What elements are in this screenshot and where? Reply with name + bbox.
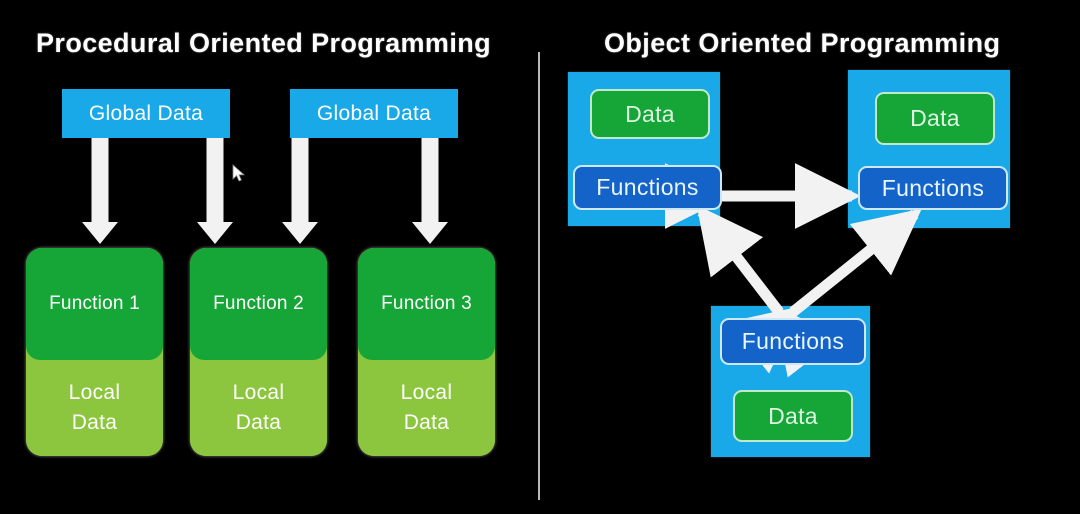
function-card-1: Function 1 Local Data xyxy=(26,248,163,456)
arrow-bottom-to-right xyxy=(727,208,922,374)
flow-arrow-3 xyxy=(282,138,318,244)
panel-divider xyxy=(538,52,540,500)
flow-arrow-2 xyxy=(197,138,233,244)
global-data-box-2: Global Data xyxy=(290,89,458,138)
function-card-2-title: Function 2 xyxy=(190,248,327,360)
flow-arrow-1 xyxy=(82,138,118,244)
function-card-3-local-data: Local Data xyxy=(358,360,495,456)
function-card-1-local-data: Local Data xyxy=(26,360,163,456)
object-left-data-box: Data xyxy=(590,89,710,139)
arrow-bottom-to-left xyxy=(696,205,841,378)
procedural-panel-title: Procedural Oriented Programming xyxy=(36,28,491,58)
function-card-3-title: Function 3 xyxy=(358,248,495,360)
object-left-functions-box: Functions xyxy=(573,165,722,210)
local-label-3: Local xyxy=(400,380,453,404)
object-bottom-data-box: Data xyxy=(733,390,853,442)
local-label-2: Local xyxy=(232,380,285,404)
function-card-2: Function 2 Local Data xyxy=(190,248,327,456)
object-bottom-functions-box: Functions xyxy=(720,318,866,365)
object-right-data-box: Data xyxy=(875,92,995,145)
flow-arrow-4 xyxy=(412,138,448,244)
oop-panel-title: Object Oriented Programming xyxy=(604,28,1001,58)
global-data-box-1: Global Data xyxy=(62,89,230,138)
data-label-1: Data xyxy=(71,411,118,434)
function-card-2-local-data: Local Data xyxy=(190,360,327,456)
local-label-1: Local xyxy=(68,380,121,404)
data-label-3: Data xyxy=(403,411,450,434)
object-right-functions-box: Functions xyxy=(858,166,1008,210)
diagram-canvas: Procedural Oriented Programming Object O… xyxy=(0,0,1080,514)
function-card-1-title: Function 1 xyxy=(26,248,163,360)
function-card-3: Function 3 Local Data xyxy=(358,248,495,456)
data-label-2: Data xyxy=(235,411,282,434)
mouse-cursor-icon xyxy=(232,164,246,182)
